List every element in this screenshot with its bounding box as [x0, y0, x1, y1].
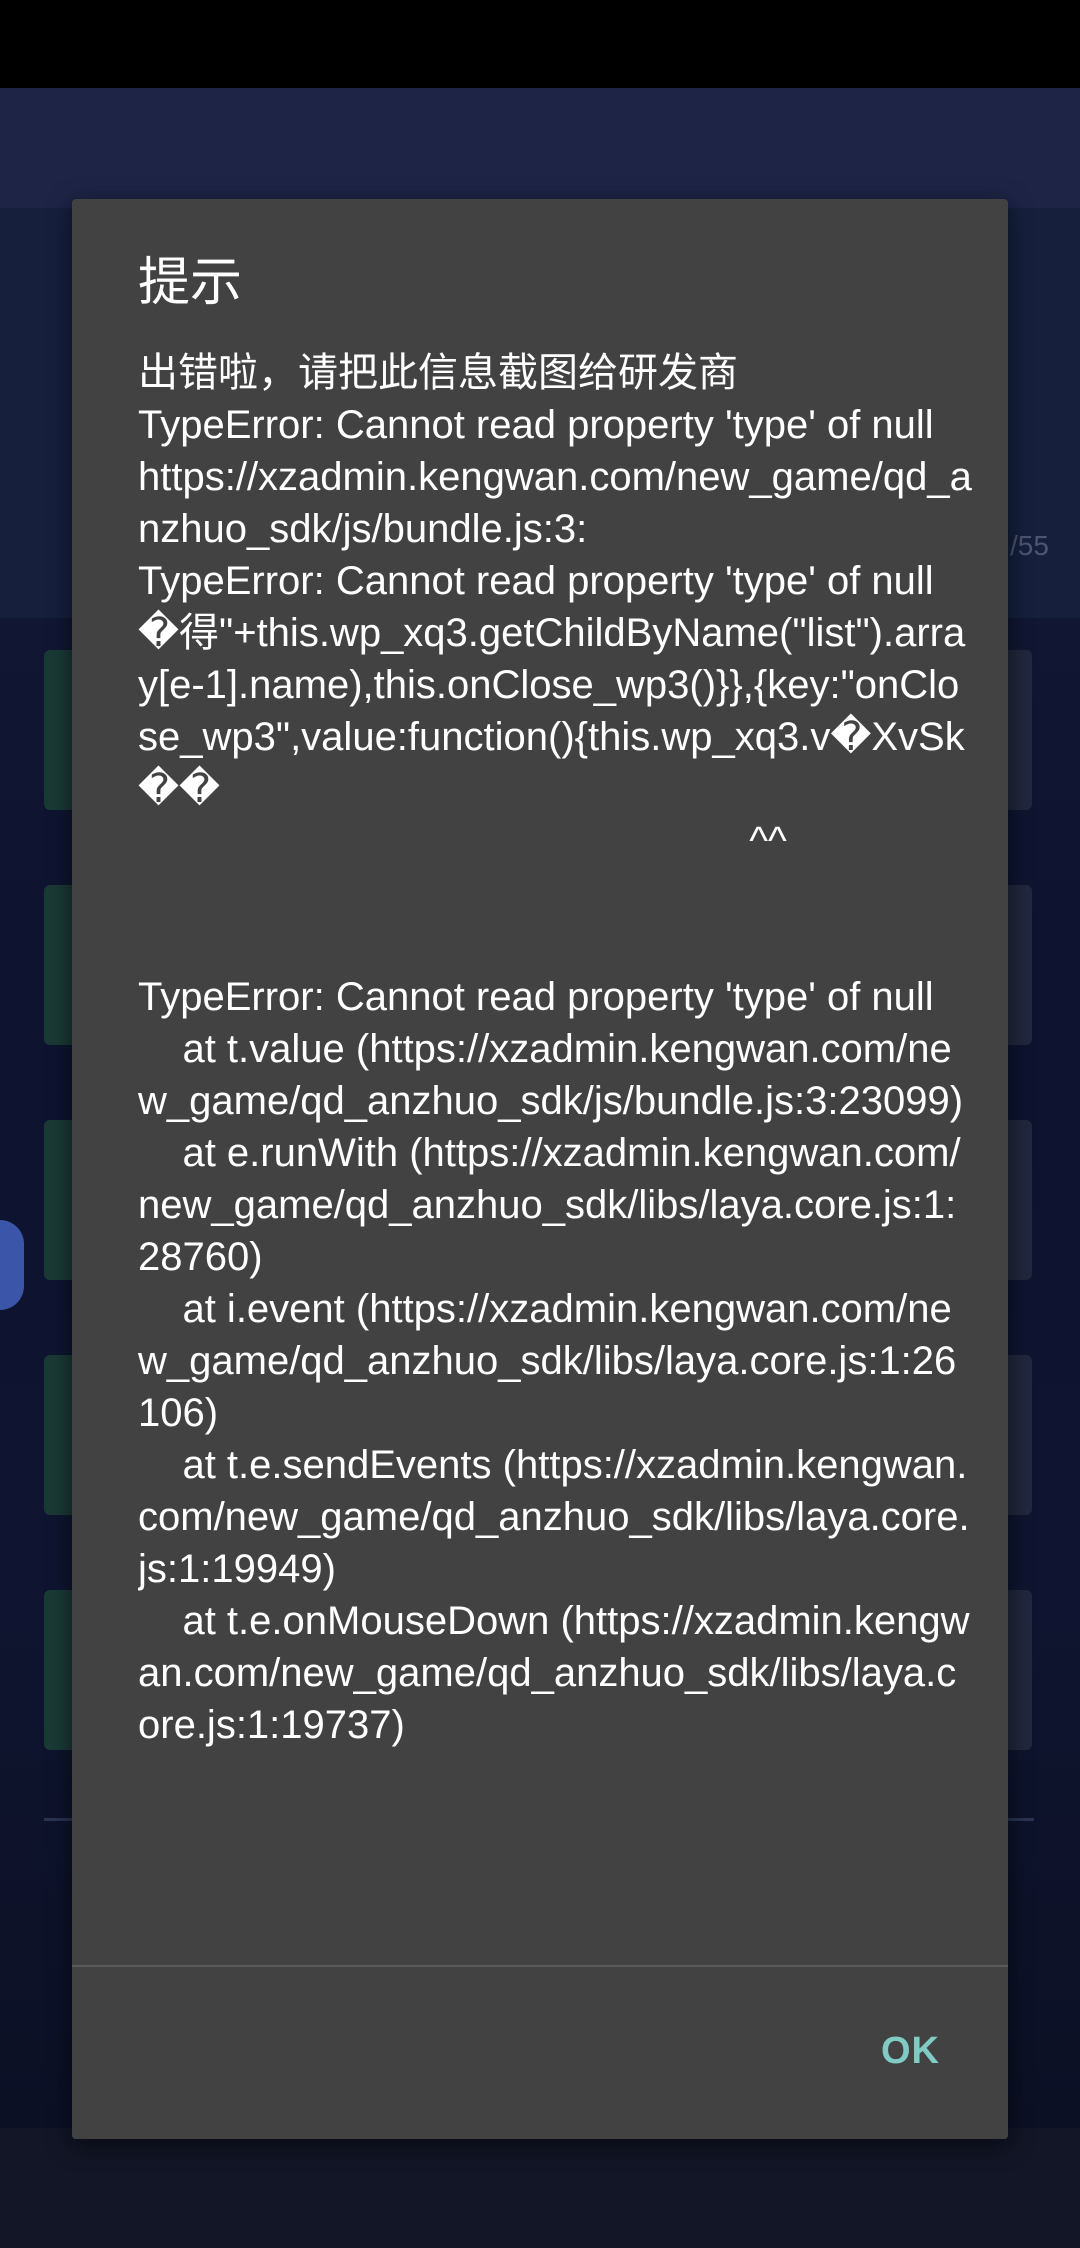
dialog-actions: OK	[72, 1967, 1008, 2139]
game-bottom-bar	[0, 2128, 1080, 2248]
dialog-title: 提示	[138, 254, 243, 312]
dialog-message: 出错啦，请把此信息截图给研发商 TypeError: Cannot read p…	[138, 351, 972, 1747]
screen: /55 提示 出错啦，请把此信息截图给研发商 TypeError: Cannot…	[0, 0, 1080, 2248]
game-header-bar	[0, 88, 1080, 208]
ok-button[interactable]: OK	[865, 2015, 956, 2087]
dialog-message-scroll[interactable]: 出错啦，请把此信息截图给研发商 TypeError: Cannot read p…	[138, 347, 974, 2139]
game-side-badge	[0, 1220, 24, 1310]
game-count-text: /55	[1010, 530, 1049, 561]
status-bar	[0, 0, 1080, 88]
error-dialog: 提示 出错啦，请把此信息截图给研发商 TypeError: Cannot rea…	[72, 199, 1008, 2139]
